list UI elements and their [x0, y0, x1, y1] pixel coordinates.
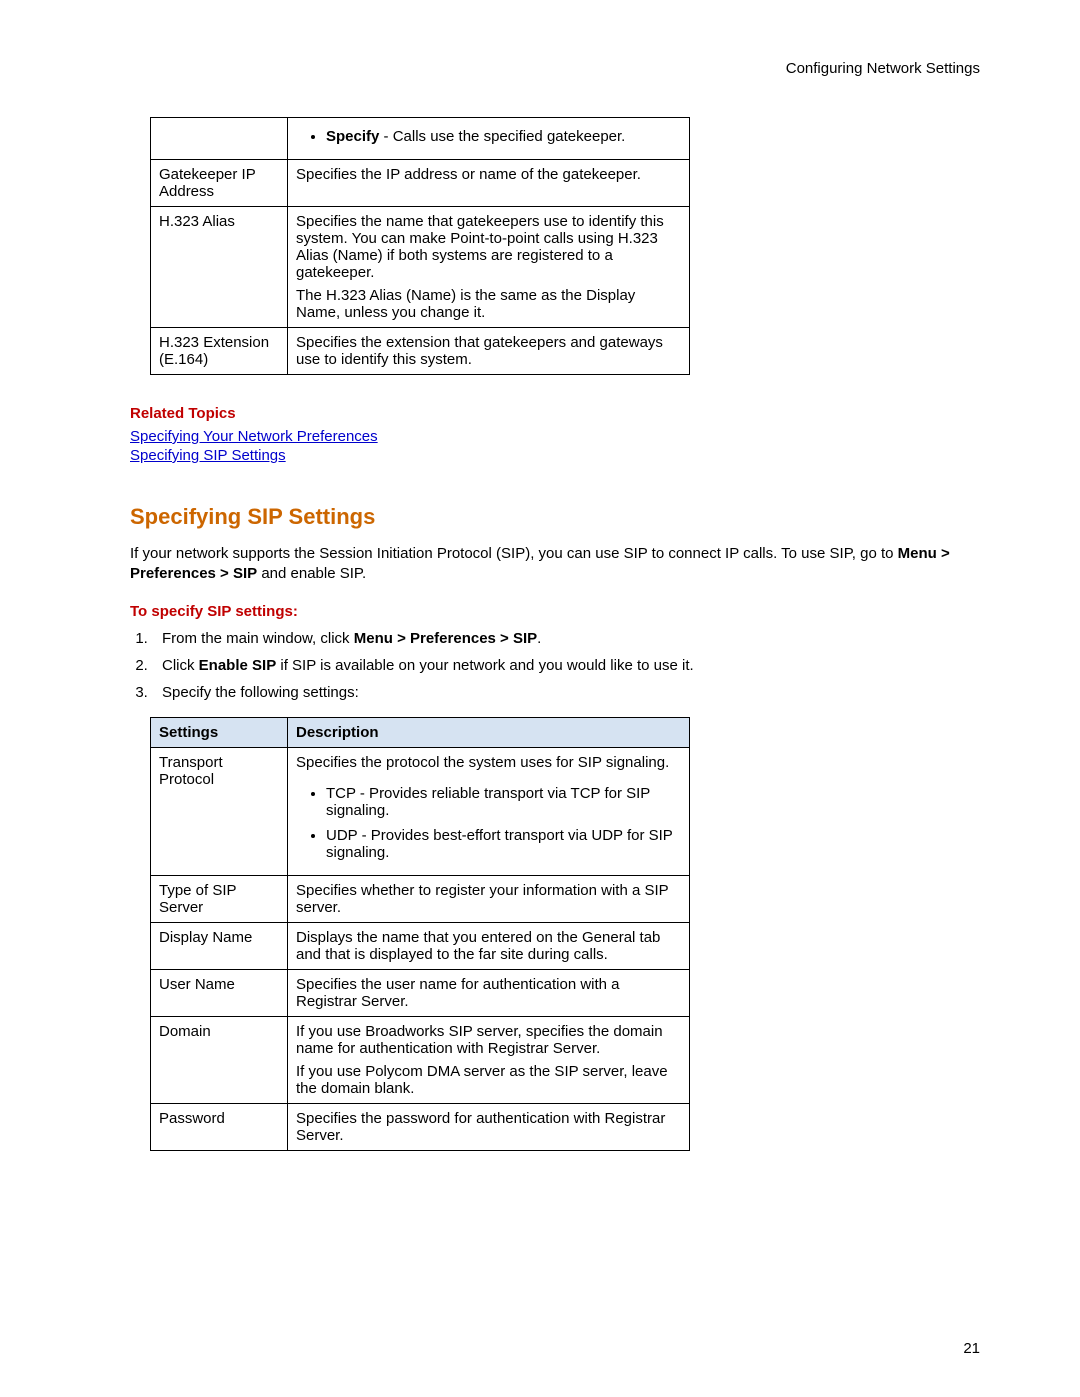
- text: Specifies the name that gatekeepers use …: [296, 213, 681, 281]
- link-sip-settings[interactable]: Specifying SIP Settings: [130, 447, 980, 464]
- table-row: Gatekeeper IP Address Specifies the IP a…: [151, 160, 690, 207]
- setting-cell: Type of SIP Server: [151, 875, 288, 922]
- description-cell: Specifies the user name for authenticati…: [288, 969, 690, 1016]
- page-number: 21: [963, 1340, 980, 1357]
- related-topics-heading: Related Topics: [130, 405, 980, 422]
- bold-text: Menu > Preferences > SIP: [354, 630, 537, 647]
- text: From the main window, click: [162, 630, 354, 647]
- column-header-description: Description: [288, 717, 690, 747]
- text: if SIP is available on your network and …: [276, 657, 693, 674]
- subheading-specify-sip: To specify SIP settings:: [130, 603, 980, 620]
- text: If your network supports the Session Ini…: [130, 545, 898, 562]
- text: .: [537, 630, 541, 647]
- setting-cell: H.323 Alias: [151, 207, 288, 328]
- table-row: User Name Specifies the user name for au…: [151, 969, 690, 1016]
- description-cell: Specifies the password for authenticatio…: [288, 1103, 690, 1150]
- bold-text: Enable SIP: [199, 657, 277, 674]
- step-item: Specify the following settings:: [152, 684, 980, 701]
- table-header-row: Settings Description: [151, 717, 690, 747]
- text: Click: [162, 657, 199, 674]
- bold-text: Specify: [326, 128, 379, 145]
- text: Specifies the protocol the system uses f…: [296, 754, 681, 771]
- page: Configuring Network Settings Specify - C…: [0, 0, 1080, 1397]
- table-row: H.323 Alias Specifies the name that gate…: [151, 207, 690, 328]
- setting-cell: Domain: [151, 1016, 288, 1103]
- steps-list: From the main window, click Menu > Prefe…: [152, 630, 980, 701]
- sip-settings-table: Settings Description Transport Protocol …: [150, 717, 690, 1151]
- table-row: H.323 Extension (E.164) Specifies the ex…: [151, 328, 690, 375]
- setting-cell: Gatekeeper IP Address: [151, 160, 288, 207]
- text: - Calls use the specified gatekeeper.: [379, 128, 625, 145]
- header-title: Configuring Network Settings: [130, 60, 980, 77]
- description-cell: Specifies the IP address or name of the …: [288, 160, 690, 207]
- table-row: Transport Protocol Specifies the protoco…: [151, 747, 690, 875]
- description-cell: Specifies the name that gatekeepers use …: [288, 207, 690, 328]
- step-item: From the main window, click Menu > Prefe…: [152, 630, 980, 647]
- setting-cell: Transport Protocol: [151, 747, 288, 875]
- description-cell: Specifies the protocol the system uses f…: [288, 747, 690, 875]
- table-row: Specify - Calls use the specified gateke…: [151, 118, 690, 160]
- setting-cell: User Name: [151, 969, 288, 1016]
- h323-settings-table: Specify - Calls use the specified gateke…: [150, 117, 690, 375]
- table-row: Domain If you use Broadworks SIP server,…: [151, 1016, 690, 1103]
- section-heading-sip: Specifying SIP Settings: [130, 504, 980, 530]
- text: and enable SIP.: [257, 565, 366, 582]
- text: If you use Polycom DMA server as the SIP…: [296, 1063, 681, 1097]
- text: The H.323 Alias (Name) is the same as th…: [296, 287, 681, 321]
- description-cell: If you use Broadworks SIP server, specif…: [288, 1016, 690, 1103]
- setting-cell: H.323 Extension (E.164): [151, 328, 288, 375]
- text: If you use Broadworks SIP server, specif…: [296, 1023, 681, 1057]
- description-cell: Specifies whether to register your infor…: [288, 875, 690, 922]
- description-cell: Specifies the extension that gatekeepers…: [288, 328, 690, 375]
- setting-cell: Password: [151, 1103, 288, 1150]
- setting-cell: [151, 118, 288, 160]
- bullet-item: UDP - Provides best-effort transport via…: [326, 827, 681, 861]
- description-cell: Displays the name that you entered on th…: [288, 922, 690, 969]
- link-network-preferences[interactable]: Specifying Your Network Preferences: [130, 428, 980, 445]
- bullet-item: TCP - Provides reliable transport via TC…: [326, 785, 681, 819]
- table-row: Type of SIP Server Specifies whether to …: [151, 875, 690, 922]
- table-row: Display Name Displays the name that you …: [151, 922, 690, 969]
- setting-cell: Display Name: [151, 922, 288, 969]
- description-cell: Specify - Calls use the specified gateke…: [288, 118, 690, 160]
- section-intro: If your network supports the Session Ini…: [130, 544, 980, 585]
- column-header-settings: Settings: [151, 717, 288, 747]
- step-item: Click Enable SIP if SIP is available on …: [152, 657, 980, 674]
- bullet-item: Specify - Calls use the specified gateke…: [326, 128, 681, 145]
- table-row: Password Specifies the password for auth…: [151, 1103, 690, 1150]
